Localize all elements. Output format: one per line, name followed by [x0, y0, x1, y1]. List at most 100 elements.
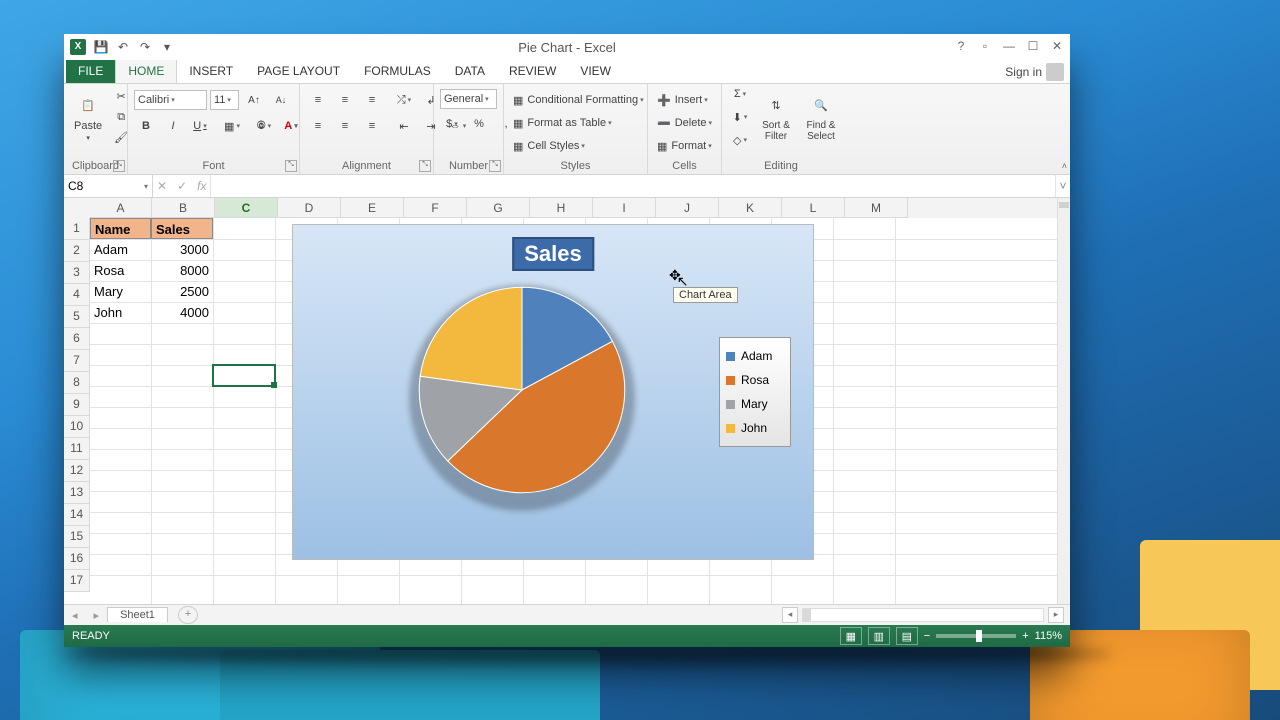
worksheet-grid[interactable]: ABCDEFGHIJKLM 1234567891011121314151617 … [64, 198, 1070, 604]
grow-font-button[interactable]: A↑ [242, 89, 266, 111]
qat-more-icon[interactable]: ▾ [160, 40, 174, 54]
horizontal-scrollbar[interactable] [802, 608, 1044, 622]
row-header[interactable]: 3 [64, 262, 90, 284]
row-header[interactable]: 9 [64, 394, 90, 416]
formula-input[interactable] [211, 175, 1055, 197]
cell[interactable]: Name [90, 218, 151, 239]
column-header[interactable]: C [215, 198, 278, 218]
decrease-indent-button[interactable]: ⇤ [392, 115, 416, 137]
close-icon[interactable]: ✕ [1048, 38, 1066, 54]
maximize-icon[interactable]: ☐ [1024, 38, 1042, 54]
column-header[interactable]: D [278, 198, 341, 218]
row-header[interactable]: 4 [64, 284, 90, 306]
border-button[interactable]: ▦ [220, 115, 244, 137]
cell[interactable]: Adam [90, 239, 151, 260]
column-header[interactable]: M [845, 198, 908, 218]
font-launcher-icon[interactable]: ⤡ [285, 160, 297, 172]
tab-page-layout[interactable]: PAGE LAYOUT [245, 60, 352, 83]
cell[interactable]: Rosa [90, 260, 151, 281]
column-header[interactable]: H [530, 198, 593, 218]
view-normal-icon[interactable]: ▦ [840, 627, 862, 645]
ribbon-display-icon[interactable]: ▫ [976, 38, 994, 54]
pie-slice[interactable] [420, 287, 522, 390]
tab-home[interactable]: HOME [115, 59, 177, 83]
paste-button[interactable]: 📋 Paste ▾ [70, 87, 106, 147]
expand-formula-bar-icon[interactable]: ˅ [1055, 175, 1070, 197]
number-launcher-icon[interactable]: ⤡ [489, 160, 501, 172]
sheet-tab-1[interactable]: Sheet1 [107, 607, 168, 622]
fill-button[interactable]: ⬇ [728, 106, 752, 128]
name-box[interactable]: C8 [64, 175, 153, 197]
font-name-select[interactable]: Calibri [134, 90, 207, 110]
select-all-corner[interactable] [64, 198, 91, 219]
sign-in-link[interactable]: Sign in [999, 61, 1070, 83]
collapse-ribbon-icon[interactable]: ˄ [1062, 161, 1067, 171]
row-header[interactable]: 11 [64, 438, 90, 460]
row-header[interactable]: 14 [64, 504, 90, 526]
chart-object[interactable]: Sales AdamRosaMaryJohn ✥↖ Chart Area [292, 224, 814, 560]
row-header[interactable]: 1 [64, 218, 90, 240]
column-header[interactable]: K [719, 198, 782, 218]
row-header[interactable]: 8 [64, 372, 90, 394]
alignment-launcher-icon[interactable]: ⤡ [419, 160, 431, 172]
delete-cells-button[interactable]: ➖ Delete [654, 112, 721, 134]
enter-formula-icon[interactable]: ✓ [177, 179, 187, 193]
help-icon[interactable]: ? [952, 38, 970, 54]
add-sheet-button[interactable]: + [178, 606, 198, 624]
row-header[interactable]: 13 [64, 482, 90, 504]
align-bottom-button[interactable]: ≡ [360, 89, 384, 111]
fx-icon[interactable]: fx [197, 179, 206, 193]
pie-plot-area[interactable] [409, 277, 635, 503]
zoom-level[interactable]: 115% [1035, 630, 1062, 642]
tab-nav-prev-icon[interactable]: ◂ [64, 609, 86, 622]
cell[interactable]: 8000 [151, 260, 213, 281]
view-page-break-icon[interactable]: ▤ [896, 627, 918, 645]
row-header[interactable]: 7 [64, 350, 90, 372]
legend-item[interactable]: Rosa [726, 368, 784, 392]
legend-item[interactable]: Mary [726, 392, 784, 416]
align-left-button[interactable]: ≡ [306, 115, 330, 137]
insert-cells-button[interactable]: ➕ Insert [654, 89, 721, 111]
chart-title[interactable]: Sales [512, 237, 594, 271]
zoom-in-icon[interactable]: + [1022, 630, 1028, 642]
currency-button[interactable]: $ [440, 113, 464, 135]
cell[interactable]: John [90, 302, 151, 323]
column-header[interactable]: L [782, 198, 845, 218]
row-header[interactable]: 10 [64, 416, 90, 438]
tab-insert[interactable]: INSERT [177, 60, 245, 83]
cell[interactable]: 4000 [151, 302, 213, 323]
align-right-button[interactable]: ≡ [360, 115, 384, 137]
minimize-icon[interactable]: — [1000, 38, 1018, 54]
cell[interactable]: 2500 [151, 281, 213, 302]
bold-button[interactable]: B [134, 115, 158, 137]
hscroll-left-icon[interactable]: ◂ [782, 607, 798, 623]
chart-legend[interactable]: AdamRosaMaryJohn [719, 337, 791, 447]
shrink-font-button[interactable]: A↓ [269, 89, 293, 111]
fill-color-button[interactable]: 🞋 [252, 115, 276, 137]
number-format-select[interactable]: General [440, 89, 497, 109]
column-header[interactable]: J [656, 198, 719, 218]
font-size-select[interactable]: 11 [210, 90, 239, 110]
hscroll-right-icon[interactable]: ▸ [1048, 607, 1064, 623]
orientation-button[interactable]: ⤮ [392, 89, 416, 111]
row-header[interactable]: 12 [64, 460, 90, 482]
row-header[interactable]: 6 [64, 328, 90, 350]
cell[interactable]: Sales [151, 218, 213, 239]
row-header[interactable]: 5 [64, 306, 90, 328]
tab-formulas[interactable]: FORMULAS [352, 60, 443, 83]
cell[interactable]: 3000 [151, 239, 213, 260]
app-icon[interactable]: X [70, 39, 86, 55]
row-header[interactable]: 15 [64, 526, 90, 548]
italic-button[interactable]: I [161, 115, 185, 137]
undo-icon[interactable]: ↶ [116, 40, 130, 54]
autosum-button[interactable]: Σ [728, 83, 752, 105]
underline-button[interactable]: U [188, 115, 212, 137]
tab-file[interactable]: FILE [66, 60, 115, 83]
column-header[interactable]: F [404, 198, 467, 218]
cell[interactable]: Mary [90, 281, 151, 302]
cell-styles-button[interactable]: ▦ Cell Styles [510, 135, 647, 157]
zoom-slider[interactable] [936, 634, 1016, 638]
column-header[interactable]: A [90, 198, 152, 218]
view-page-layout-icon[interactable]: ▥ [868, 627, 890, 645]
conditional-formatting-button[interactable]: ▦ Conditional Formatting [510, 89, 647, 111]
